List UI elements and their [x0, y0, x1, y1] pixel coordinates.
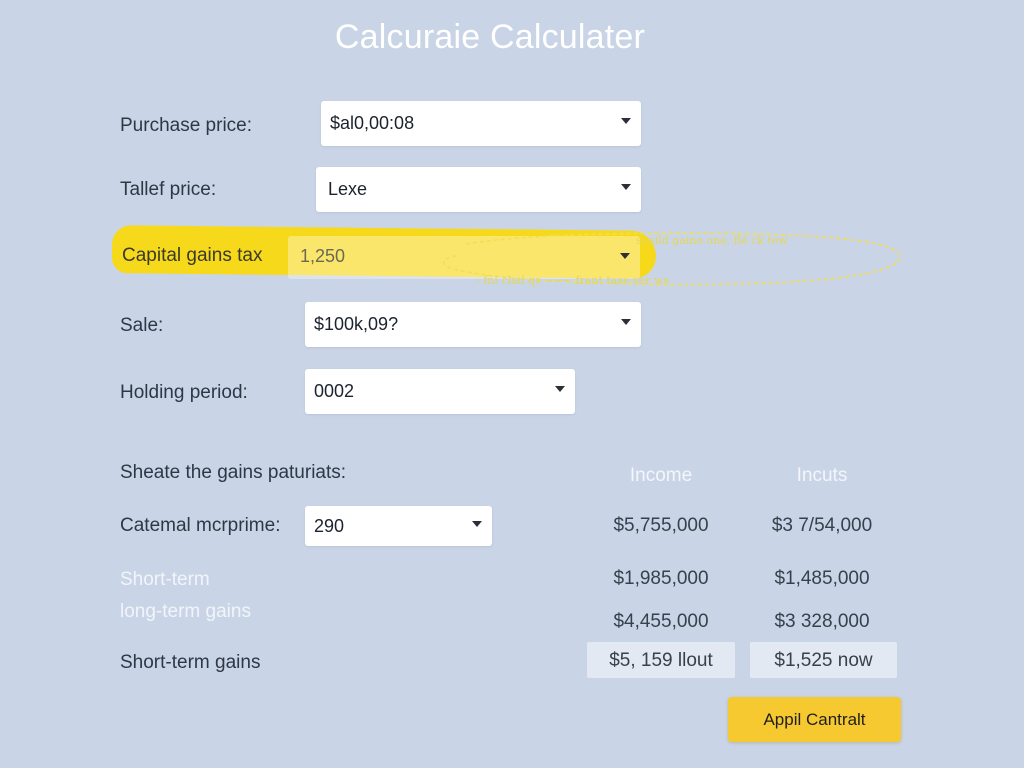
tallef-price-select[interactable]: Lexe [316, 167, 641, 212]
annotation-line-1: seaild gaine one, flé ck tew [636, 234, 788, 247]
annotation-line-2: - fni clad qs ~~~ frant tase ser ws [476, 274, 669, 287]
sale-select[interactable]: $100k,09? [305, 302, 641, 347]
row-3-incuts: $3 328,000 [774, 611, 870, 632]
long-term-gains-label: long-term gains [120, 601, 251, 622]
gains-section-heading: Sheate the gains paturiats: [120, 462, 347, 483]
sale-label: Sale: [120, 315, 164, 336]
capital-gains-tax-value: 1,250 [300, 246, 346, 266]
row-4-incuts-cell: $1,525 now [750, 642, 897, 678]
holding-period-select[interactable]: 0002 [305, 369, 575, 414]
handwritten-annotation: seaild gaine one, flé ck tew - fni clad … [443, 232, 901, 287]
catemal-label: Catemal mcrprime: [120, 515, 281, 536]
row-4-income-cell: $5, 159 llout [587, 642, 735, 678]
row-3-income: $4,455,000 [613, 611, 709, 632]
capital-gains-tax-label: Capital gains tax [122, 245, 263, 266]
tallef-price-value: Lexe [328, 179, 368, 199]
row-2-incuts: $1,485,000 [774, 568, 870, 589]
column-header-incuts: Incuts [796, 465, 848, 486]
page-title: Calcuraie Calculater [334, 18, 646, 56]
chevron-down-icon [555, 386, 565, 392]
row-2-income: $1,985,000 [613, 568, 709, 589]
catemal-value: 290 [314, 516, 345, 536]
chevron-down-icon [472, 521, 482, 527]
tallef-price-label: Tallef price: [120, 179, 217, 200]
row-1-incuts: $3 7/54,000 [771, 515, 873, 536]
purchase-price-value: $al0,00:08 [330, 113, 415, 133]
column-header-income: Income [629, 465, 693, 486]
sale-value: $100k,09? [314, 314, 399, 334]
chevron-down-icon [621, 184, 631, 190]
short-term-label: Short-term [120, 569, 210, 590]
chevron-down-icon [621, 319, 631, 325]
short-term-gains-label: Short-term gains [120, 652, 261, 673]
purchase-price-label: Purchase price: [120, 115, 253, 136]
purchase-price-select[interactable]: $al0,00:08 [321, 101, 641, 146]
holding-period-label: Holding period: [120, 382, 248, 403]
chevron-down-icon [621, 118, 631, 124]
row-1-income: $5,755,000 [613, 515, 709, 536]
apply-button[interactable]: Appil Cantralt [728, 697, 901, 742]
holding-period-value: 0002 [314, 381, 355, 401]
row-4-income: $5, 159 llout [609, 650, 713, 671]
catemal-select[interactable]: 290 [305, 506, 492, 546]
row-4-incuts: $1,525 now [774, 650, 873, 671]
